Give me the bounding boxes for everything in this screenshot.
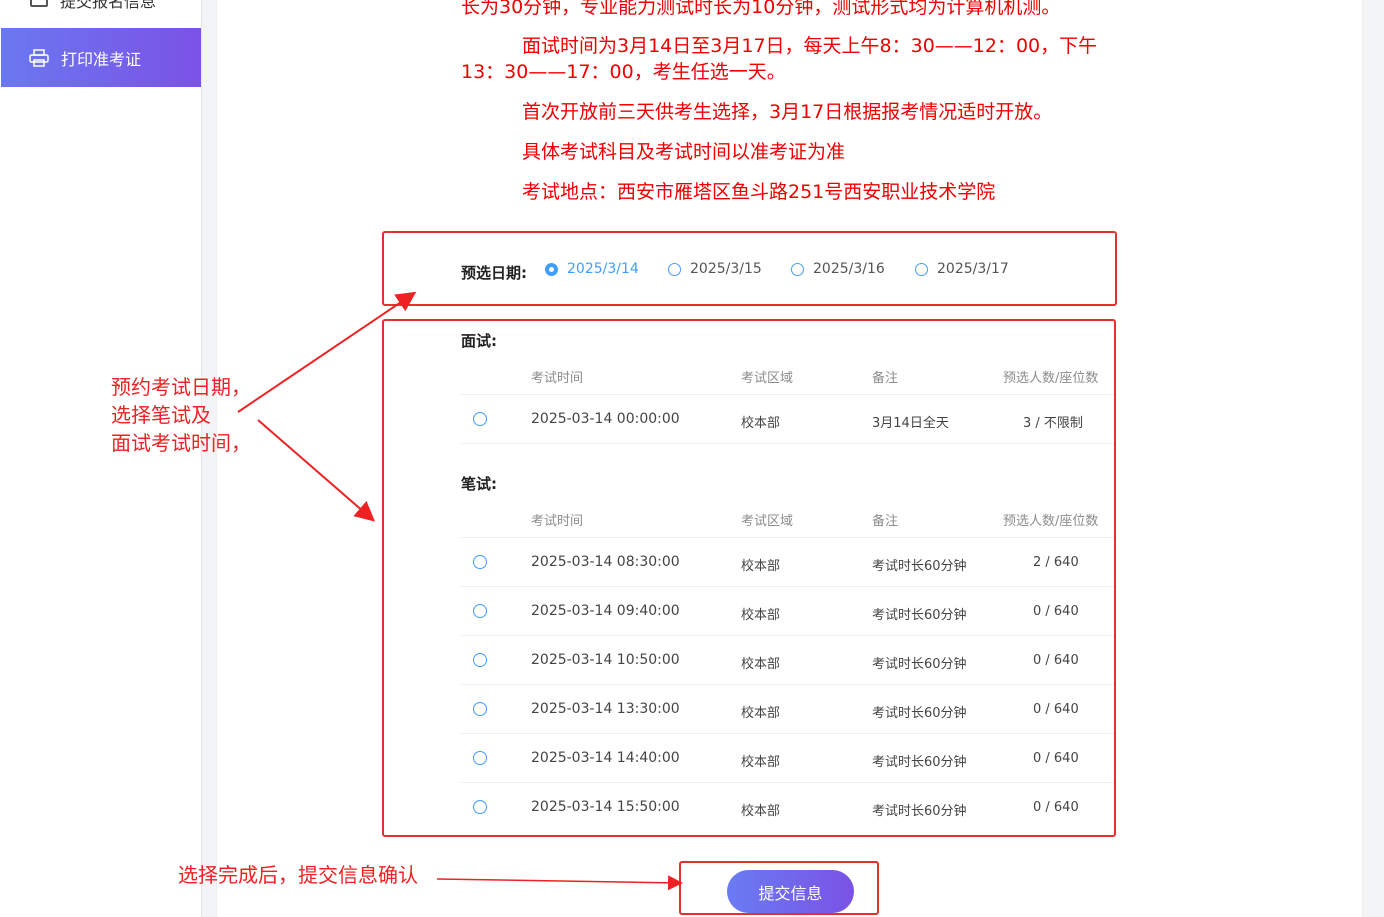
row-divider xyxy=(461,537,1114,538)
table-cell-note: 考试时长60分钟 xyxy=(872,804,967,819)
column-header-note: 备注 xyxy=(872,514,899,529)
written-slot-radio[interactable] xyxy=(473,751,487,765)
table-cell-time: 2025-03-14 10:50:00 xyxy=(531,652,680,668)
written-section-label: 笔试: xyxy=(461,475,497,493)
sidebar-item-label: 打印准考证 xyxy=(61,49,142,69)
table-cell-count: 0 / 640 xyxy=(1033,702,1079,717)
interview-section-label: 面试: xyxy=(461,332,497,350)
radio-checked-icon xyxy=(545,262,558,276)
table-cell-time: 2025-03-14 13:30:00 xyxy=(531,701,680,717)
column-header-note: 备注 xyxy=(872,371,899,386)
table-cell-note: 3月14日全天 xyxy=(872,416,949,431)
date-picker-label: 预选日期: xyxy=(461,264,527,282)
printer-icon xyxy=(29,48,49,67)
row-divider xyxy=(461,733,1114,734)
column-header-count: 预选人数/座位数 xyxy=(1003,371,1099,386)
interview-slot-radio[interactable] xyxy=(473,412,487,426)
written-slot-radio[interactable] xyxy=(473,653,487,667)
table-cell-time: 2025-03-14 00:00:00 xyxy=(531,411,680,427)
date-option-1[interactable]: 2025/3/14 xyxy=(545,261,639,277)
table-cell-area: 校本部 xyxy=(741,416,781,431)
table-cell-area: 校本部 xyxy=(741,559,781,574)
column-header-time: 考试时间 xyxy=(531,514,584,529)
table-cell-note: 考试时长60分钟 xyxy=(872,559,967,574)
radio-icon xyxy=(668,262,681,276)
radio-icon xyxy=(915,262,928,276)
annotation-text: 选择完成后，提交信息确认 xyxy=(178,863,418,887)
date-option-3[interactable]: 2025/3/16 xyxy=(791,261,885,277)
column-header-time: 考试时间 xyxy=(531,371,584,386)
table-cell-time: 2025-03-14 15:50:00 xyxy=(531,799,680,815)
notice-line: 长为30分钟，专业能力测试时长为10分钟，测试形式均为计算机机测。 xyxy=(461,0,1061,18)
table-cell-time: 2025-03-14 08:30:00 xyxy=(531,554,680,570)
table-cell-count: 2 / 640 xyxy=(1033,555,1079,570)
sidebar-item-print-ticket[interactable]: 打印准考证 xyxy=(1,28,201,87)
notice-line: 具体考试科目及考试时间以准考证为准 xyxy=(522,141,846,163)
notice-line: 考试地点：西安市雁塔区鱼斗路251号西安职业技术学院 xyxy=(522,181,996,203)
written-slot-radio[interactable] xyxy=(473,702,487,716)
date-option-4[interactable]: 2025/3/17 xyxy=(915,261,1009,277)
sidebar-item-label: 提交报名信息 xyxy=(60,0,157,11)
table-cell-area: 校本部 xyxy=(741,804,781,819)
written-slot-radio[interactable] xyxy=(473,800,487,814)
table-cell-area: 校本部 xyxy=(741,657,781,672)
table-cell-time: 2025-03-14 14:40:00 xyxy=(531,750,680,766)
table-cell-time: 2025-03-14 09:40:00 xyxy=(531,603,680,619)
table-cell-count: 0 / 640 xyxy=(1033,751,1079,766)
annotation-text: 选择笔试及 xyxy=(111,403,211,427)
sidebar-item-submit-info[interactable]: 提交报名信息 xyxy=(0,0,201,12)
row-divider xyxy=(461,586,1114,587)
written-slot-radio[interactable] xyxy=(473,555,487,569)
table-cell-note: 考试时长60分钟 xyxy=(872,755,967,770)
date-option-2[interactable]: 2025/3/15 xyxy=(668,261,762,277)
annotation-text: 预约考试日期， xyxy=(111,375,251,399)
annotation-text: 面试考试时间， xyxy=(111,431,251,455)
notice-line: 13：30——17：00，考生任选一天。 xyxy=(461,61,786,83)
table-cell-note: 考试时长60分钟 xyxy=(872,657,967,672)
written-slot-radio[interactable] xyxy=(473,604,487,618)
column-header-count: 预选人数/座位数 xyxy=(1003,514,1099,529)
radio-icon xyxy=(791,262,804,276)
table-cell-count: 0 / 640 xyxy=(1033,800,1079,815)
row-divider xyxy=(461,782,1114,783)
table-cell-area: 校本部 xyxy=(741,608,781,623)
table-cell-count: 3 / 不限制 xyxy=(1023,416,1083,431)
row-divider xyxy=(461,684,1114,685)
table-cell-note: 考试时长60分钟 xyxy=(872,706,967,721)
table-cell-area: 校本部 xyxy=(741,755,781,770)
row-divider xyxy=(461,443,1114,444)
edit-icon xyxy=(30,0,48,7)
table-cell-count: 0 / 640 xyxy=(1033,604,1079,619)
row-divider xyxy=(461,394,1114,395)
notice-line: 面试时间为3月14日至3月17日，每天上午8：30——12：00，下午 xyxy=(522,35,1098,57)
column-header-area: 考试区域 xyxy=(741,371,794,386)
row-divider xyxy=(461,635,1114,636)
table-cell-count: 0 / 640 xyxy=(1033,653,1079,668)
submit-button[interactable]: 提交信息 xyxy=(727,870,854,913)
table-cell-area: 校本部 xyxy=(741,706,781,721)
sidebar: 提交报名信息 打印准考证 xyxy=(0,0,202,917)
column-header-area: 考试区域 xyxy=(741,514,794,529)
table-cell-note: 考试时长60分钟 xyxy=(872,608,967,623)
notice-line: 首次开放前三天供考生选择，3月17日根据报考情况适时开放。 xyxy=(522,101,1053,123)
